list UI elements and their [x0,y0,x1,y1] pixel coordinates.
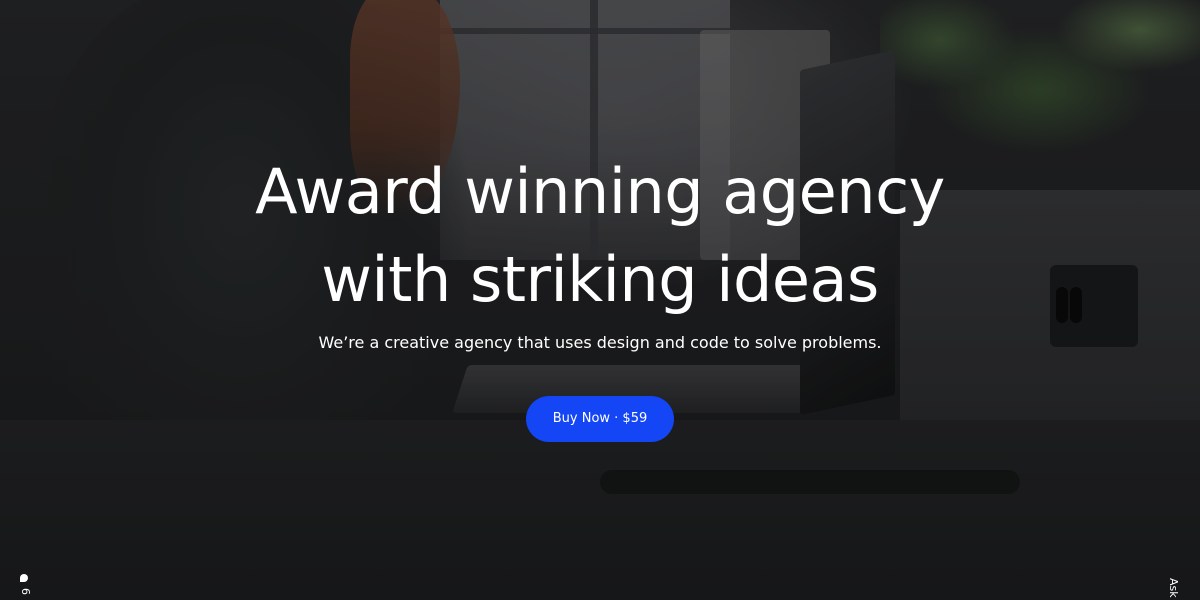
left-edge-text: 6 [19,588,32,595]
hero-section: Award winning agency with striking ideas… [0,0,1200,600]
headline-line-2: with striking ideas [321,243,879,316]
ask-tab[interactable]: Ask [1167,578,1180,598]
left-edge-widget[interactable]: 6 [18,570,38,600]
headline-line-1: Award winning agency [255,155,945,228]
hero-headline: Award winning agency with striking ideas [0,148,1200,324]
hero-content: Award winning agency with striking ideas… [0,0,1200,600]
hero-subtitle: We’re a creative agency that uses design… [318,333,882,352]
buy-now-button[interactable]: Buy Now · $59 [526,396,674,442]
chat-bubble-icon [20,574,28,582]
